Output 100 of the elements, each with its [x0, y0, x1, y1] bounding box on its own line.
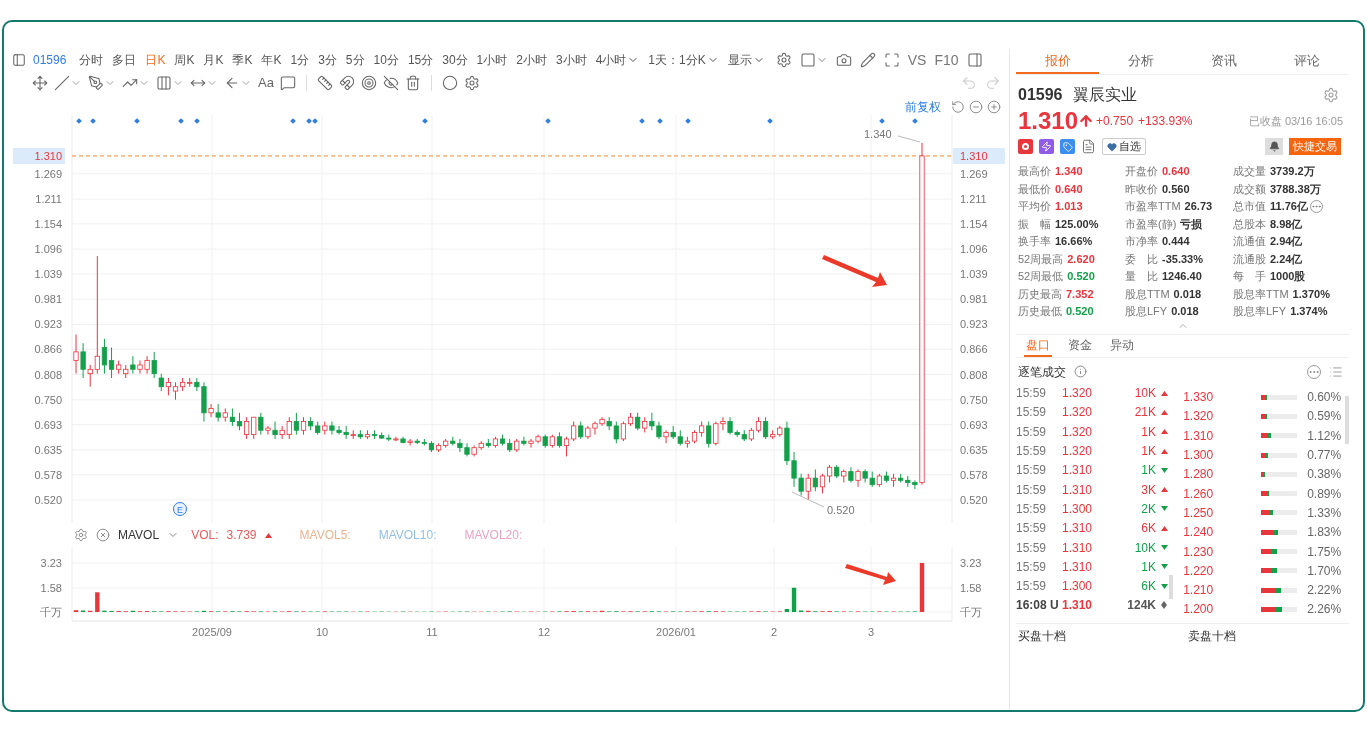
tab[interactable]: 异动 [1108, 334, 1136, 357]
period-tab[interactable]: 1天：1分K [644, 51, 723, 69]
volume-share-percent: 1.70% [1307, 562, 1342, 580]
stat-value: 1000股 [1270, 269, 1306, 284]
reset-icon[interactable] [951, 100, 965, 114]
move-icon[interactable] [32, 75, 48, 91]
trash-icon[interactable] [404, 75, 421, 91]
event-marker-icon[interactable] [306, 118, 312, 124]
sidebar-toggle-icon[interactable] [12, 53, 26, 67]
low-price-label: 0.520 [827, 504, 855, 516]
event-marker-icon[interactable] [912, 118, 918, 124]
settings-icon[interactable] [74, 528, 88, 542]
columns-icon[interactable] [156, 75, 172, 91]
event-marker-icon[interactable] [76, 118, 82, 124]
period-tab[interactable]: 季K [228, 51, 257, 69]
candlestick [855, 468, 861, 488]
fullscreen-icon[interactable] [883, 52, 900, 68]
event-marker-icon[interactable] [134, 118, 140, 124]
period-tab[interactable]: 1小时 [472, 51, 512, 69]
candlestick [244, 416, 250, 440]
f10-button[interactable]: F10 [934, 49, 959, 71]
stat-value: 26.73 [1184, 199, 1213, 214]
event-marker-icon[interactable] [422, 118, 428, 124]
stat-label: 昨收价 [1125, 181, 1158, 197]
pen-tool-icon[interactable] [88, 75, 104, 91]
stat-value: 0.520 [1067, 269, 1095, 284]
candlestick [819, 473, 826, 494]
period-tab[interactable]: 年K [257, 51, 286, 69]
stat-label: 历史最高 [1018, 286, 1062, 302]
target-icon[interactable] [360, 75, 377, 91]
event-marker-icon[interactable] [312, 118, 318, 124]
price-label-background [13, 148, 65, 164]
period-tab[interactable]: 15分 [403, 51, 438, 69]
line-tool-icon[interactable] [54, 75, 70, 91]
price-level: 1.330 [1183, 389, 1215, 407]
event-marker-icon[interactable] [685, 118, 691, 124]
period-tab[interactable]: 多日 [108, 51, 141, 69]
vs-button[interactable]: VS [907, 49, 927, 71]
price-level: 1.220 [1183, 562, 1215, 580]
panel-icon[interactable] [966, 52, 983, 68]
event-marker-icon[interactable] [178, 118, 184, 124]
period-tab[interactable]: 2小时 [512, 51, 551, 69]
zoom-out-icon[interactable] [969, 100, 983, 114]
period-tab[interactable]: 3分 [314, 51, 341, 69]
flower-flag-icon [1018, 139, 1033, 154]
tab[interactable]: 资金 [1066, 334, 1094, 357]
close-icon[interactable] [96, 528, 110, 542]
magnet-icon[interactable] [338, 75, 355, 91]
period-tab[interactable]: 周K [170, 51, 199, 69]
stat-label: 流通股 [1233, 251, 1266, 267]
square-icon[interactable] [799, 52, 816, 68]
circle-icon[interactable] [441, 75, 458, 91]
up-triangle-icon [264, 532, 272, 538]
period-tab[interactable]: 30分 [438, 51, 472, 69]
tab[interactable]: 评论 [1265, 49, 1349, 74]
event-marker-icon[interactable] [767, 118, 773, 124]
event-marker-icon[interactable] [657, 118, 663, 124]
event-badge[interactable]: E [173, 502, 187, 516]
stock-code-tab[interactable]: 01596 [33, 51, 67, 69]
eye-off-icon[interactable] [382, 75, 399, 91]
period-tab[interactable]: 3小时 [551, 51, 591, 69]
settings-icon[interactable] [775, 52, 792, 68]
section-title: 买盘十档 [1018, 627, 1067, 645]
pencil-icon[interactable] [859, 52, 876, 68]
period-tab[interactable]: 1分 [286, 51, 314, 69]
adjust-mode-link[interactable]: 前复权 [905, 98, 941, 116]
zoom-in-icon[interactable] [987, 100, 1001, 114]
axis-label: 1.58 [40, 582, 62, 595]
trade-time: 15:59 [1016, 462, 1048, 480]
watchlist-button[interactable]: 自选 [1102, 138, 1146, 155]
indicator-dropdown[interactable]: MAVOL [118, 526, 180, 544]
tab[interactable]: 分析 [1099, 49, 1183, 74]
tab[interactable]: 资讯 [1182, 49, 1266, 74]
stat-label: 股息率TTM [1233, 286, 1289, 302]
event-marker-icon[interactable] [639, 118, 645, 124]
period-tab[interactable]: 10分 [369, 51, 403, 69]
settings-icon[interactable] [1323, 87, 1339, 103]
event-marker-icon[interactable] [879, 118, 885, 124]
period-tab[interactable]: 5分 [341, 51, 369, 69]
info-icon[interactable] [1074, 365, 1087, 378]
event-marker-icon[interactable] [90, 118, 96, 124]
event-marker-icon[interactable] [545, 118, 551, 124]
trade-price: 1.320 [1062, 423, 1094, 441]
comment-icon[interactable] [279, 75, 296, 91]
volume-share-percent: 0.59% [1307, 408, 1342, 426]
settings-icon[interactable] [463, 75, 480, 91]
period-tab[interactable]: 分时 [75, 51, 108, 69]
period-tab[interactable]: 月K [199, 51, 228, 69]
period-tab[interactable]: 4小时 [591, 51, 644, 69]
period-tab[interactable]: 显示 [723, 51, 769, 69]
axis-label: 2026/01 [656, 626, 696, 638]
document-icon[interactable] [1081, 139, 1096, 154]
event-marker-icon[interactable] [290, 118, 296, 124]
text-tool-button[interactable]: Aa [258, 73, 274, 93]
axis-label: 1.58 [960, 581, 982, 594]
camera-icon[interactable] [835, 52, 852, 68]
alert-button[interactable] [1265, 138, 1283, 155]
event-marker-icon[interactable] [194, 118, 200, 124]
ruler-icon[interactable] [316, 75, 333, 91]
stat-label: 委 比 [1125, 251, 1158, 267]
